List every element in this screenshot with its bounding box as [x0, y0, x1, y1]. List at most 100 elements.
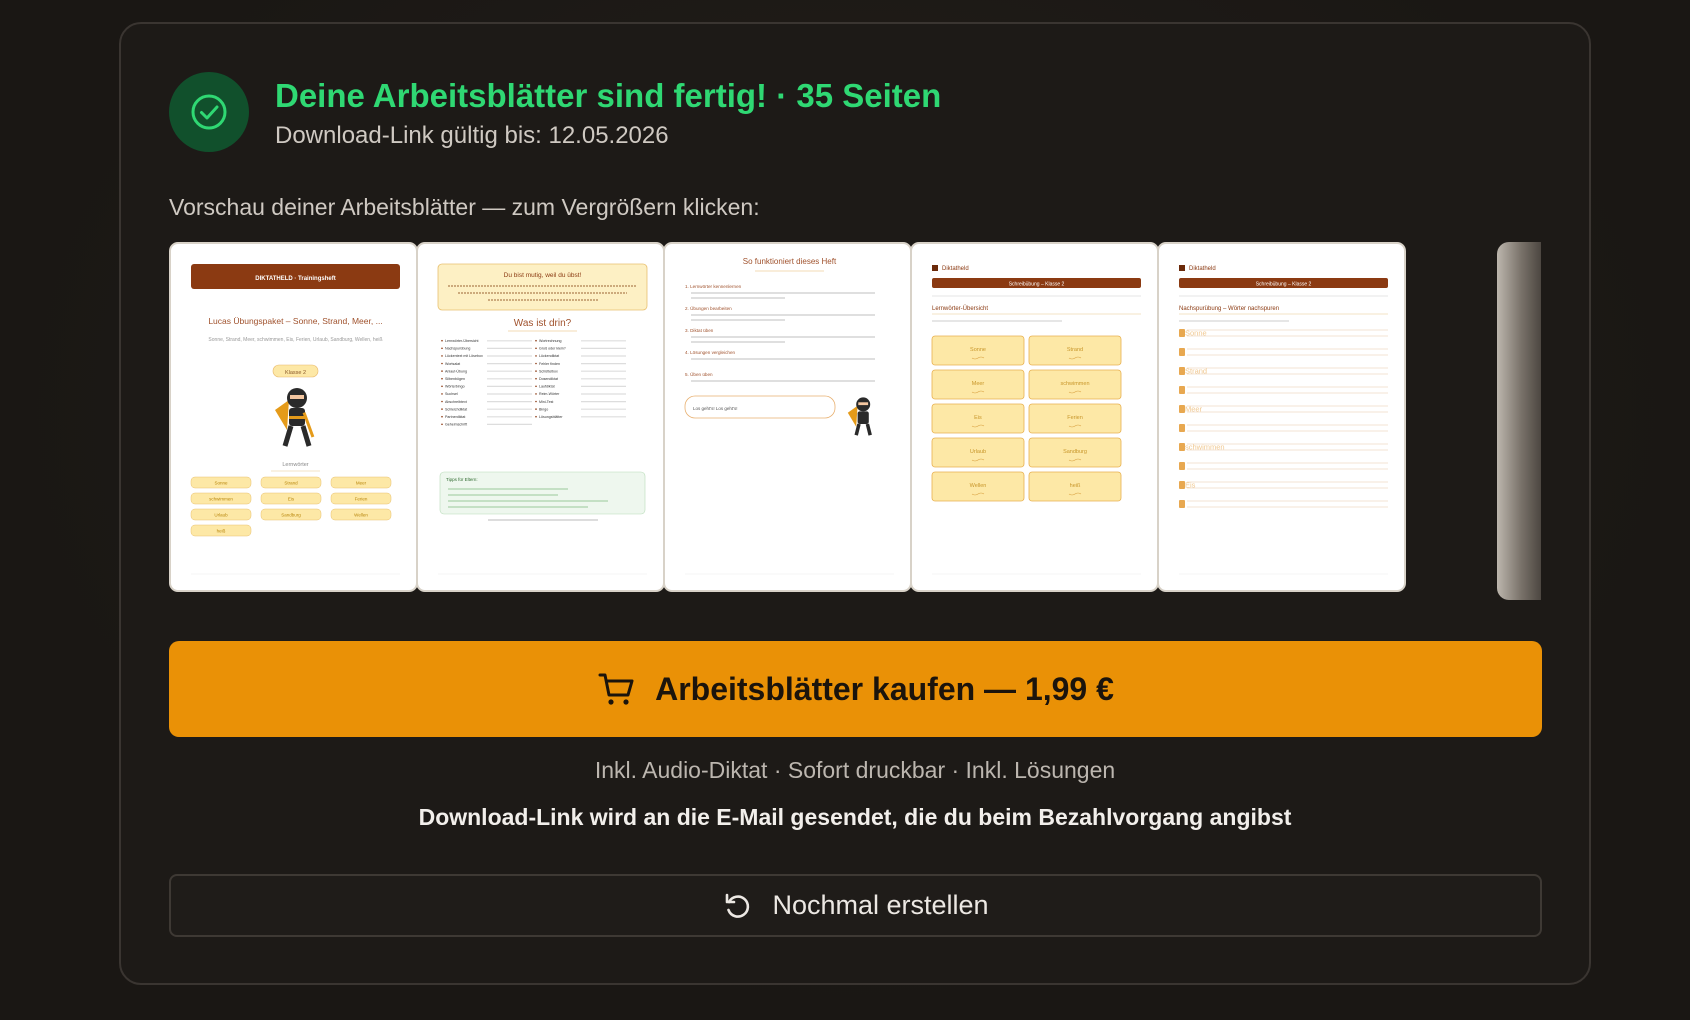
list-bullet: [535, 362, 537, 365]
step-title: 4. Lösungen vergleichen: [685, 350, 736, 355]
recreate-button-label: Nochmal erstellen: [772, 890, 989, 920]
page2-heading: Was ist drin?: [514, 318, 572, 329]
word-card-label: Sandburg: [1063, 449, 1087, 455]
word-card-label: Ferien: [1067, 415, 1083, 421]
word-card-label: schwimmen: [1060, 381, 1089, 387]
page1-section: Lernwörter: [282, 462, 308, 468]
page1-title: Lucas Übungspaket – Sonne, Strand, Meer,…: [208, 316, 382, 326]
list-item: Groß oder klein?: [539, 347, 566, 351]
list-bullet: [535, 408, 537, 410]
list-item: Suchsel: [445, 392, 458, 396]
list-item: Wortsalat: [445, 362, 460, 366]
page5-trace-rows: Sonne Strand Meer schwimmen Eis: [1179, 329, 1388, 508]
step-title: 2. Übungen bearbeiten: [685, 305, 732, 311]
page2-tips-title: Tipps für Eltern:: [446, 477, 478, 482]
pencil-icon: [1179, 386, 1185, 394]
word-chip-label: Eis: [288, 497, 295, 502]
page4-word-cards: Sonne Strand Meer schwimmen Eis Ferien Urlaub S…: [931, 335, 1122, 502]
pencil-icon: [1179, 462, 1185, 470]
preview-page-5[interactable]: Diktatheld Schreibübung – Klasse 2 Nachs…: [1157, 242, 1406, 592]
preview-page-2[interactable]: Du bist mutig, weil du übst! Was ist dri…: [416, 242, 665, 592]
preview-label: Vorschau deiner Arbeitsblätter — zum Ver…: [169, 194, 760, 220]
success-header: Deine Arbeitsblätter sind fertig! · 35 S…: [169, 72, 941, 152]
list-item: Partnerdiktat: [445, 415, 465, 419]
page2-box-title: Du bist mutig, weil du übst!: [504, 272, 582, 279]
page4-brand: Diktatheld: [942, 266, 969, 272]
word-chip-label: Meer: [356, 481, 367, 486]
preview-page-4[interactable]: Diktatheld Schreibübung – Klasse 2 Lernw…: [910, 242, 1159, 592]
pencil-icon: [1179, 424, 1185, 432]
list-item: Lernwörter-Übersicht: [445, 339, 479, 343]
page2-list-left: Lernwörter-Übersicht Nachspurübung Lückent…: [441, 339, 532, 427]
list-bullet: [441, 400, 443, 403]
list-bullet: [535, 393, 537, 395]
result-card: Deine Arbeitsblätter sind fertig! · 35 S…: [119, 22, 1591, 985]
trace-word: Sonne: [1185, 329, 1207, 338]
page1-class: Klasse 2: [285, 370, 306, 376]
preview-page-6-partial[interactable]: [1497, 242, 1541, 600]
word-card-label: heiß: [1070, 483, 1081, 489]
cart-icon: [598, 673, 634, 705]
list-item: Dosendiktat: [539, 377, 558, 381]
word-card-label: Eis: [974, 415, 982, 421]
refresh-icon: [726, 893, 750, 918]
word-card-label: Meer: [972, 381, 985, 387]
list-item: Fehler finden: [539, 362, 560, 366]
trace-word: Strand: [1185, 367, 1207, 376]
list-bullet: [441, 355, 443, 357]
list-item: Schüttelbox: [539, 369, 558, 373]
list-bullet: [441, 362, 443, 365]
buy-button[interactable]: Arbeitsblätter kaufen — 1,99 €: [169, 641, 1542, 737]
list-bullet: [441, 370, 443, 372]
step-title: 1. Lernwörter kennenlernen: [685, 284, 742, 289]
list-item: Nachspurübung: [445, 347, 470, 351]
trace-word: Eis: [1185, 481, 1196, 490]
list-item: Bingo: [539, 407, 548, 411]
preview-page-1[interactable]: DIKTATHELD · Trainingsheft Lucas Übungsp…: [169, 242, 418, 592]
step-title: 3. Diktat üben: [685, 328, 714, 333]
step-title: 5. Üben üben: [685, 371, 713, 377]
recreate-button[interactable]: Nochmal erstellen: [169, 874, 1542, 937]
list-item: Abschreibtext: [445, 400, 467, 404]
list-item: Silbenbögen: [445, 377, 465, 381]
word-card-label: Strand: [1067, 347, 1083, 353]
list-bullet: [441, 423, 443, 426]
page3-speech: Los geht's! Los geht's!: [693, 406, 738, 411]
list-bullet: [535, 415, 537, 418]
check-icon: [191, 94, 227, 130]
link-validity: Download-Link gültig bis: 12.05.2026: [275, 122, 669, 149]
word-chip-label: Strand: [284, 481, 298, 486]
page-title: Deine Arbeitsblätter sind fertig! · 35 S…: [275, 77, 942, 114]
page1-word-chips: Sonne Strand Meer schwimmen Eis Ferien Urlaub S…: [190, 476, 392, 537]
trace-word: schwimmen: [1185, 443, 1225, 452]
list-bullet: [535, 370, 537, 372]
page4-section: Lernwörter-Übersicht: [932, 305, 988, 312]
buy-button-label: Arbeitsblätter kaufen — 1,99 €: [655, 670, 1114, 707]
list-item: Reim-Wörter: [539, 392, 560, 396]
page1-words: Sonne, Strand, Meer, schwimmen, Eis, Fer…: [208, 337, 382, 343]
word-chip-label: Sandburg: [281, 513, 301, 518]
word-chip-label: schwimmen: [209, 497, 233, 502]
list-item: Geheimschrift: [445, 423, 467, 427]
email-note: Download-Link wird an die E-Mail gesende…: [418, 804, 1292, 830]
page5-brand: Diktatheld: [1189, 266, 1216, 272]
list-item: Wortrechnung: [539, 339, 562, 343]
list-bullet: [441, 393, 443, 395]
word-chip-label: Wellen: [354, 513, 368, 518]
list-bullet: [535, 400, 537, 403]
list-item: Lösungsblätter: [539, 415, 563, 419]
list-bullet: [535, 385, 537, 388]
list-bullet: [535, 355, 537, 357]
list-bullet: [535, 339, 537, 342]
page5-section: Nachspurübung – Wörter nachspuren: [1179, 306, 1279, 312]
list-item: Anlaut-Übung: [445, 369, 467, 373]
word-chip-label: Sonne: [214, 481, 228, 486]
page3-heading: So funktioniert dieses Heft: [743, 257, 837, 266]
page4-banner: Schreibübung – Klasse 2: [1009, 282, 1065, 288]
list-bullet: [441, 339, 443, 342]
list-item: Schleichdiktat: [445, 407, 467, 411]
preview-page-3[interactable]: So funktioniert dieses Heft 1. Lernwörte…: [663, 242, 912, 592]
list-item: Wörterbingo: [445, 385, 465, 389]
word-chip-label: Ferien: [355, 497, 368, 502]
page5-banner: Schreibübung – Klasse 2: [1256, 282, 1312, 288]
